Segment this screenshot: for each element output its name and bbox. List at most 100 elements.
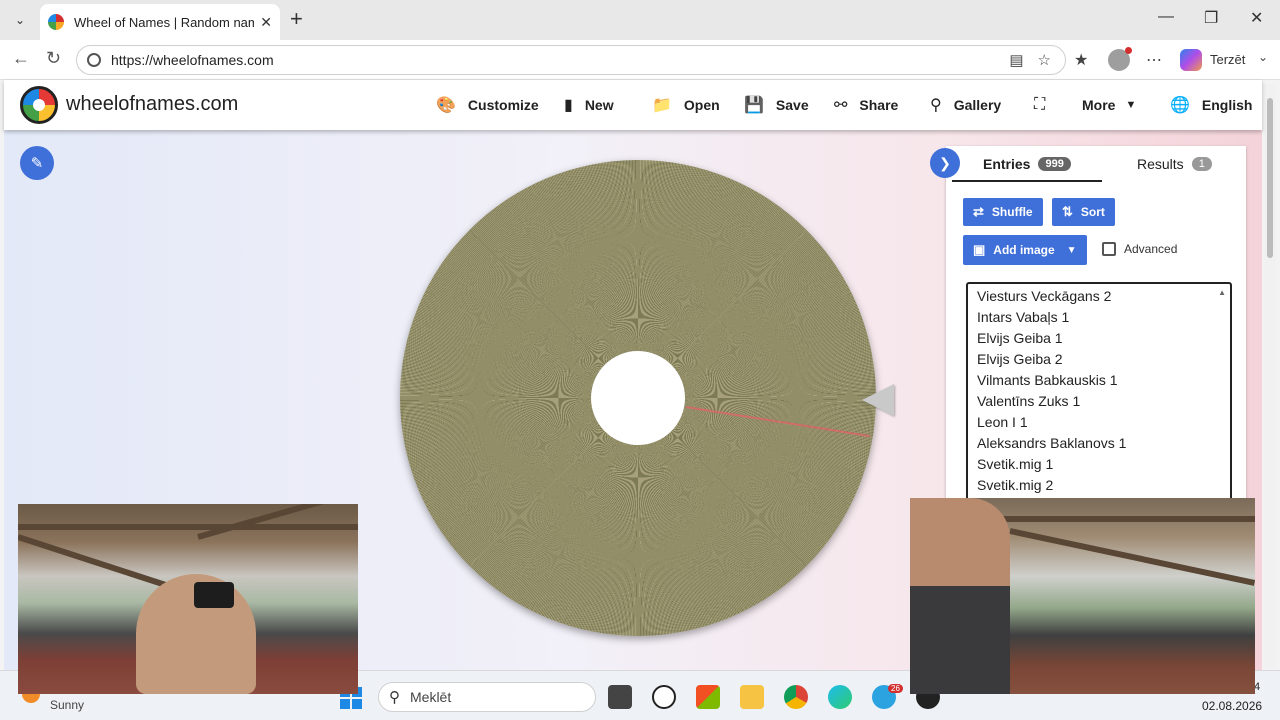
- search-placeholder: Meklēt: [410, 689, 452, 705]
- tab-results[interactable]: Results 1: [1137, 156, 1212, 172]
- gallery-button[interactable]: ⚲ Gallery: [930, 80, 1001, 130]
- more-button[interactable]: More ▼: [1082, 80, 1136, 130]
- telegram-badge: 26: [888, 684, 903, 693]
- customize-label: Customize: [467, 97, 539, 113]
- url-text[interactable]: https://wheelofnames.com: [111, 52, 1009, 68]
- folder-icon: 📁: [652, 97, 672, 114]
- add-image-label: Add image: [993, 243, 1055, 257]
- site-header: wheelofnames.com 🎨 Customize ▮ New 📁 Ope…: [4, 80, 1262, 130]
- shuffle-button[interactable]: ⇄ Shuffle: [963, 198, 1043, 226]
- camera-roof-beam: [197, 504, 358, 540]
- favicon-icon: [48, 14, 64, 30]
- list-item: Intars Vabaļs 1: [977, 309, 1070, 325]
- browser-tabstrip: ⌄ Wheel of Names | Random name p ✕ + — ❐…: [0, 0, 1280, 40]
- new-tab-icon[interactable]: +: [290, 8, 303, 30]
- edge-icon[interactable]: [828, 685, 852, 709]
- list-item: Leon I 1: [977, 414, 1028, 430]
- save-button[interactable]: 💾 Save: [744, 80, 809, 130]
- camera-person: [910, 498, 1010, 694]
- camera-phone: [194, 582, 234, 608]
- site-name[interactable]: wheelofnames.com: [66, 93, 238, 116]
- close-window-icon[interactable]: ✕: [1250, 8, 1263, 28]
- more-label: More: [1082, 97, 1116, 113]
- name-wheel[interactable]: [400, 160, 876, 636]
- shuffle-label: Shuffle: [991, 205, 1033, 219]
- sort-button[interactable]: ⇅ Sort: [1052, 198, 1115, 226]
- save-label: Save: [775, 97, 809, 113]
- advanced-label[interactable]: Advanced: [1124, 242, 1177, 256]
- search-icon: ⚲: [930, 97, 942, 114]
- tab-entries[interactable]: Entries 999: [983, 156, 1071, 172]
- pencil-icon[interactable]: ✎: [20, 146, 54, 180]
- new-button[interactable]: ▮ New: [564, 80, 614, 130]
- caret-down-icon: ▼: [1066, 244, 1077, 256]
- share-icon: ⚯: [834, 97, 848, 114]
- wheel-pointer: [862, 384, 894, 416]
- list-item: Svetik.mig 2: [977, 477, 1054, 493]
- image-icon: ▣: [973, 242, 986, 257]
- notification-dot: [1125, 47, 1132, 54]
- more-options-icon[interactable]: ⋯: [1146, 50, 1162, 70]
- reload-icon[interactable]: ↻: [46, 48, 61, 69]
- wheel-center[interactable]: [591, 351, 685, 445]
- browser-toolbar: ← ↻ https://wheelofnames.com ▤ ☆ ★ ⋯ Ter…: [0, 40, 1280, 80]
- taskbar-search[interactable]: ⚲ Meklēt: [378, 682, 596, 712]
- list-item: Elvijs Geiba 2: [977, 351, 1063, 367]
- gallery-label: Gallery: [953, 97, 1002, 113]
- customize-button[interactable]: 🎨 Customize: [436, 80, 539, 130]
- browser-tab[interactable]: Wheel of Names | Random name p ✕: [40, 4, 280, 40]
- webcam-overlay-left: [18, 504, 358, 694]
- camera-roof-beam: [18, 524, 358, 530]
- list-item: Svetik.mig 1: [977, 456, 1054, 472]
- open-button[interactable]: 📁 Open: [652, 80, 720, 130]
- copilot-icon[interactable]: [1180, 49, 1202, 71]
- favorite-star-icon[interactable]: ☆: [1038, 51, 1051, 69]
- caret-down-icon: ▼: [1125, 99, 1137, 111]
- chatgpt-icon[interactable]: [652, 685, 676, 709]
- store-icon[interactable]: [696, 685, 720, 709]
- entries-textarea[interactable]: ▲ Viesturs Veckāgans 2 Intars Vabaļs 1 E…: [966, 282, 1232, 512]
- close-tab-icon[interactable]: ✕: [260, 14, 272, 31]
- list-item: Elvijs Geiba 1: [977, 330, 1063, 346]
- chevron-right-icon[interactable]: ❯: [930, 148, 960, 178]
- clock-date[interactable]: 02.08.2026: [1202, 699, 1262, 713]
- favorites-icon[interactable]: ★: [1074, 50, 1088, 70]
- reader-mode-icon[interactable]: ▤: [1009, 51, 1023, 69]
- restore-icon[interactable]: ❐: [1204, 8, 1218, 28]
- chrome-icon[interactable]: [784, 685, 808, 709]
- back-icon[interactable]: ←: [12, 48, 30, 69]
- logo-icon[interactable]: [20, 86, 58, 124]
- tab-list-chevron-icon[interactable]: ⌄: [6, 7, 34, 33]
- scrollbar-thumb[interactable]: [1267, 98, 1273, 258]
- add-image-button[interactable]: ▣ Add image ▼: [963, 235, 1087, 265]
- list-item: Vilmants Babkauskis 1: [977, 372, 1118, 388]
- fullscreen-icon: ⛶: [1034, 96, 1046, 113]
- tab-title: Wheel of Names | Random name p: [74, 14, 255, 30]
- file-explorer-icon[interactable]: [740, 685, 764, 709]
- minimize-icon[interactable]: —: [1158, 8, 1174, 26]
- copilot-label[interactable]: Terzēt: [1210, 52, 1245, 67]
- language-label: English: [1201, 97, 1253, 113]
- fullscreen-button[interactable]: ⛶: [1034, 80, 1057, 130]
- file-icon: ▮: [564, 97, 573, 114]
- results-count-badge: 1: [1191, 157, 1212, 171]
- weather-label[interactable]: Sunny: [50, 698, 84, 712]
- results-tab-label: Results: [1137, 156, 1184, 172]
- page-scrollbar[interactable]: [1264, 84, 1276, 670]
- active-tab-indicator: [952, 180, 1102, 182]
- scroll-up-icon[interactable]: ▲: [1218, 288, 1226, 297]
- globe-icon: 🌐: [1170, 97, 1190, 114]
- advanced-checkbox[interactable]: [1102, 242, 1116, 256]
- webcam-overlay-right: [910, 498, 1255, 694]
- list-item: Aleksandrs Baklanovs 1: [977, 435, 1127, 451]
- task-view-icon[interactable]: [608, 685, 632, 709]
- entries-count-badge: 999: [1038, 157, 1071, 171]
- language-button[interactable]: 🌐 English: [1170, 80, 1252, 130]
- share-button[interactable]: ⚯ Share: [834, 80, 898, 130]
- chevron-down-icon[interactable]: ⌄: [1258, 50, 1268, 64]
- camera-roof-beam: [1009, 528, 1255, 586]
- shuffle-icon: ⇄: [973, 204, 984, 219]
- site-info-icon[interactable]: [87, 53, 101, 67]
- sort-label: Sort: [1080, 205, 1105, 219]
- address-bar[interactable]: https://wheelofnames.com ▤ ☆: [76, 45, 1066, 75]
